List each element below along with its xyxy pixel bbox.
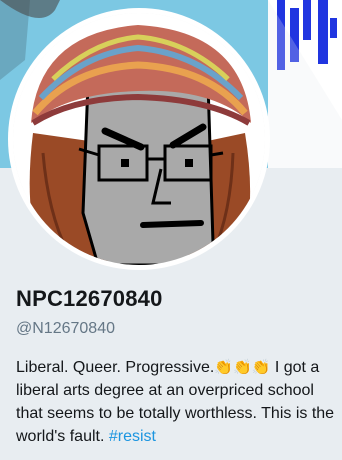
clapping-hands-icon: 👏 xyxy=(251,359,271,376)
clapping-hands-icon: 👏 xyxy=(233,359,252,376)
profile-bio: Liberal. Queer. Progressive.👏👏👏 I got a … xyxy=(16,356,336,448)
avatar-frame[interactable] xyxy=(8,8,270,270)
bio-text: Liberal. Queer. Progressive. xyxy=(16,359,215,376)
user-handle[interactable]: @N12670840 xyxy=(16,320,115,338)
display-name[interactable]: NPC12670840 xyxy=(16,286,163,312)
avatar[interactable] xyxy=(13,13,265,265)
npc-face-avatar-icon xyxy=(13,13,265,265)
hashtag-link[interactable]: #resist xyxy=(109,428,156,445)
clapping-hands-icon: 👏 xyxy=(214,359,234,376)
